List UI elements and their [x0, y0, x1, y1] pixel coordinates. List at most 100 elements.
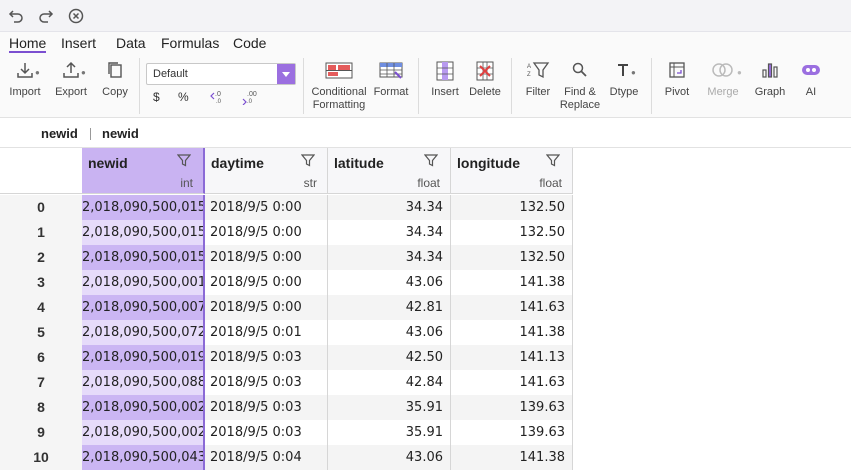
- table-cell-longitude[interactable]: 141.13: [451, 345, 573, 370]
- row-index[interactable]: 4: [0, 295, 82, 320]
- table-cell-latitude[interactable]: 35.91: [328, 395, 451, 420]
- row-index[interactable]: 8: [0, 395, 82, 420]
- currency-button[interactable]: $: [153, 90, 160, 104]
- row-index[interactable]: 1: [0, 220, 82, 245]
- column-header-longitude[interactable]: longitude float: [451, 148, 573, 194]
- table-cell-daytime[interactable]: 2018/9/5 0:00: [205, 295, 328, 320]
- find-replace-button[interactable]: Find & Replace: [558, 60, 602, 112]
- table-cell-newid[interactable]: 2,018,090,500,007: [82, 295, 205, 320]
- table-cell-daytime[interactable]: 2018/9/5 0:03: [205, 420, 328, 445]
- table-row[interactable]: 8 2,018,090,500,002 2018/9/5 0:03 35.91 139.…: [0, 395, 851, 420]
- insert-button[interactable]: Insert: [428, 60, 462, 99]
- dtype-caret-icon[interactable]: ●: [631, 68, 636, 77]
- table-cell-latitude[interactable]: 43.06: [328, 270, 451, 295]
- decrease-decimal-icon[interactable]: .0.0: [209, 89, 227, 108]
- table-cell-daytime[interactable]: 2018/9/5 0:01: [205, 320, 328, 345]
- pivot-button[interactable]: Pivot: [660, 60, 694, 99]
- dtype-button[interactable]: Dtype: [607, 60, 641, 99]
- table-cell-daytime[interactable]: 2018/9/5 0:00: [205, 195, 328, 220]
- table-cell-daytime[interactable]: 2018/9/5 0:00: [205, 270, 328, 295]
- menu-formulas[interactable]: Formulas: [161, 35, 219, 51]
- redo-icon[interactable]: [37, 7, 55, 25]
- table-cell-latitude[interactable]: 34.34: [328, 245, 451, 270]
- column-header-daytime[interactable]: daytime str: [205, 148, 328, 194]
- table-cell-longitude[interactable]: 141.38: [451, 270, 573, 295]
- table-cell-newid[interactable]: 2,018,090,500,072: [82, 320, 205, 345]
- delete-button[interactable]: Delete: [468, 60, 502, 99]
- export-caret-icon[interactable]: ●: [81, 68, 86, 77]
- table-cell-latitude[interactable]: 34.34: [328, 220, 451, 245]
- table-row[interactable]: 3 2,018,090,500,001 2018/9/5 0:00 43.06 141.…: [0, 270, 851, 295]
- table-cell-daytime[interactable]: 2018/9/5 0:04: [205, 445, 328, 470]
- table-cell-newid[interactable]: 2,018,090,500,002: [82, 395, 205, 420]
- table-cell-longitude[interactable]: 132.50: [451, 245, 573, 270]
- table-cell-longitude[interactable]: 141.38: [451, 320, 573, 345]
- menu-data[interactable]: Data: [116, 35, 146, 51]
- merge-button[interactable]: Merge: [703, 60, 743, 99]
- table-cell-longitude[interactable]: 141.63: [451, 295, 573, 320]
- column-header-latitude[interactable]: latitude float: [328, 148, 451, 194]
- breadcrumb-column[interactable]: newid: [41, 126, 78, 141]
- table-cell-latitude[interactable]: 42.50: [328, 345, 451, 370]
- column-header-newid[interactable]: newid int: [82, 148, 205, 194]
- table-row[interactable]: 2 2,018,090,500,015 2018/9/5 0:00 34.34 132.…: [0, 245, 851, 270]
- merge-caret-icon[interactable]: ●: [737, 68, 742, 77]
- table-cell-latitude[interactable]: 42.81: [328, 295, 451, 320]
- filter-icon[interactable]: [545, 153, 561, 167]
- filter-icon[interactable]: [300, 153, 316, 167]
- row-index[interactable]: 7: [0, 370, 82, 395]
- table-row[interactable]: 1 2,018,090,500,015 2018/9/5 0:00 34.34 132.…: [0, 220, 851, 245]
- row-index[interactable]: 2: [0, 245, 82, 270]
- row-index[interactable]: 0: [0, 195, 82, 220]
- table-cell-newid[interactable]: 2,018,090,500,043: [82, 445, 205, 470]
- table-row[interactable]: 6 2,018,090,500,019 2018/9/5 0:03 42.50 141.…: [0, 345, 851, 370]
- row-index[interactable]: 6: [0, 345, 82, 370]
- table-row[interactable]: 10 2,018,090,500,043 2018/9/5 0:04 43.06 141…: [0, 445, 851, 470]
- table-row[interactable]: 7 2,018,090,500,088 2018/9/5 0:03 42.84 141.…: [0, 370, 851, 395]
- menu-code[interactable]: Code: [233, 35, 266, 51]
- table-cell-latitude[interactable]: 42.84: [328, 370, 451, 395]
- menu-home[interactable]: Home: [9, 35, 47, 53]
- table-cell-newid[interactable]: 2,018,090,500,002: [82, 420, 205, 445]
- copy-button[interactable]: Copy: [99, 60, 131, 99]
- ai-button[interactable]: AI: [796, 60, 826, 99]
- import-button[interactable]: Import: [7, 60, 43, 99]
- table-cell-longitude[interactable]: 132.50: [451, 220, 573, 245]
- table-cell-latitude[interactable]: 34.34: [328, 195, 451, 220]
- table-cell-longitude[interactable]: 132.50: [451, 195, 573, 220]
- conditional-formatting-button[interactable]: Conditional Formatting: [309, 60, 369, 112]
- table-cell-longitude[interactable]: 141.63: [451, 370, 573, 395]
- table-cell-daytime[interactable]: 2018/9/5 0:03: [205, 370, 328, 395]
- filter-button[interactable]: AZ Filter: [522, 60, 554, 99]
- table-cell-daytime[interactable]: 2018/9/5 0:00: [205, 220, 328, 245]
- cancel-icon[interactable]: [67, 7, 85, 25]
- table-cell-longitude[interactable]: 139.63: [451, 420, 573, 445]
- format-button[interactable]: Format: [372, 60, 410, 99]
- table-row[interactable]: 9 2,018,090,500,002 2018/9/5 0:03 35.91 139.…: [0, 420, 851, 445]
- filter-icon[interactable]: [176, 153, 192, 167]
- table-cell-newid[interactable]: 2,018,090,500,015: [82, 220, 205, 245]
- table-cell-newid[interactable]: 2,018,090,500,015: [82, 195, 205, 220]
- row-index[interactable]: 10: [0, 445, 82, 470]
- table-cell-latitude[interactable]: 43.06: [328, 445, 451, 470]
- export-button[interactable]: Export: [53, 60, 89, 99]
- row-index[interactable]: 5: [0, 320, 82, 345]
- table-cell-newid[interactable]: 2,018,090,500,019: [82, 345, 205, 370]
- table-cell-latitude[interactable]: 35.91: [328, 420, 451, 445]
- table-cell-newid[interactable]: 2,018,090,500,001: [82, 270, 205, 295]
- table-cell-daytime[interactable]: 2018/9/5 0:03: [205, 395, 328, 420]
- row-index[interactable]: 3: [0, 270, 82, 295]
- table-row[interactable]: 4 2,018,090,500,007 2018/9/5 0:00 42.81 141.…: [0, 295, 851, 320]
- table-cell-latitude[interactable]: 43.06: [328, 320, 451, 345]
- increase-decimal-icon[interactable]: .00.0: [241, 89, 259, 108]
- table-cell-daytime[interactable]: 2018/9/5 0:00: [205, 245, 328, 270]
- table-cell-daytime[interactable]: 2018/9/5 0:03: [205, 345, 328, 370]
- number-format-select[interactable]: Default: [146, 63, 296, 85]
- table-row[interactable]: 0 2,018,090,500,015 2018/9/5 0:00 34.34 132.…: [0, 195, 851, 220]
- table-cell-longitude[interactable]: 139.63: [451, 395, 573, 420]
- table-cell-newid[interactable]: 2,018,090,500,088: [82, 370, 205, 395]
- table-row[interactable]: 5 2,018,090,500,072 2018/9/5 0:01 43.06 141.…: [0, 320, 851, 345]
- filter-icon[interactable]: [423, 153, 439, 167]
- import-caret-icon[interactable]: ●: [35, 68, 40, 77]
- table-cell-newid[interactable]: 2,018,090,500,015: [82, 245, 205, 270]
